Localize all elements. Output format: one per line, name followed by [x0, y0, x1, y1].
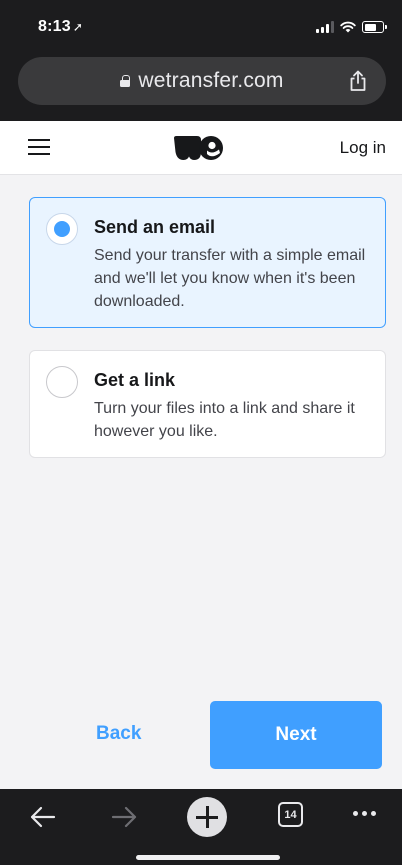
- forward-arrow-icon[interactable]: [109, 802, 139, 832]
- more-options-icon[interactable]: [353, 811, 376, 816]
- url-text: wetransfer.com: [138, 69, 284, 92]
- option-description: Send your transfer with a simple email a…: [94, 247, 366, 310]
- wifi-icon: [340, 21, 356, 33]
- location-arrow-icon: ➚: [72, 20, 84, 34]
- site-header: Log in: [0, 121, 402, 175]
- new-tab-plus-icon[interactable]: [187, 797, 227, 837]
- share-icon[interactable]: [348, 70, 368, 92]
- battery-icon: [362, 21, 387, 33]
- lock-icon: [120, 75, 131, 87]
- address-bar[interactable]: wetransfer.com: [18, 57, 386, 105]
- url-display: wetransfer.com: [120, 69, 283, 93]
- login-link[interactable]: Log in: [340, 138, 386, 158]
- back-arrow-icon[interactable]: [28, 802, 58, 832]
- radio-send-email[interactable]: [46, 213, 78, 245]
- option-send-email[interactable]: Send an email Send your transfer with a …: [29, 197, 386, 328]
- hamburger-menu-icon[interactable]: [28, 138, 50, 156]
- wetransfer-logo-icon[interactable]: [173, 134, 225, 162]
- status-icons: [316, 20, 387, 34]
- next-button[interactable]: Next: [210, 701, 382, 769]
- status-time: 8:13 ➚: [38, 18, 83, 36]
- browser-top-bar: 8:13 ➚ wetransfer.com: [0, 0, 402, 121]
- option-description: Turn your files into a link and share it…: [94, 400, 355, 440]
- status-time-text: 8:13: [38, 18, 71, 35]
- radio-selected-dot: [54, 221, 70, 237]
- option-get-link[interactable]: Get a link Turn your files into a link a…: [29, 350, 386, 458]
- browser-bottom-toolbar: 14: [0, 789, 402, 865]
- home-indicator: [136, 855, 280, 860]
- radio-get-link[interactable]: [46, 366, 78, 398]
- option-title: Send an email: [94, 217, 216, 237]
- option-title: Get a link: [94, 370, 176, 390]
- signal-icon: [316, 21, 334, 33]
- back-button[interactable]: Back: [96, 723, 141, 745]
- tab-switcher-button[interactable]: 14: [278, 802, 303, 827]
